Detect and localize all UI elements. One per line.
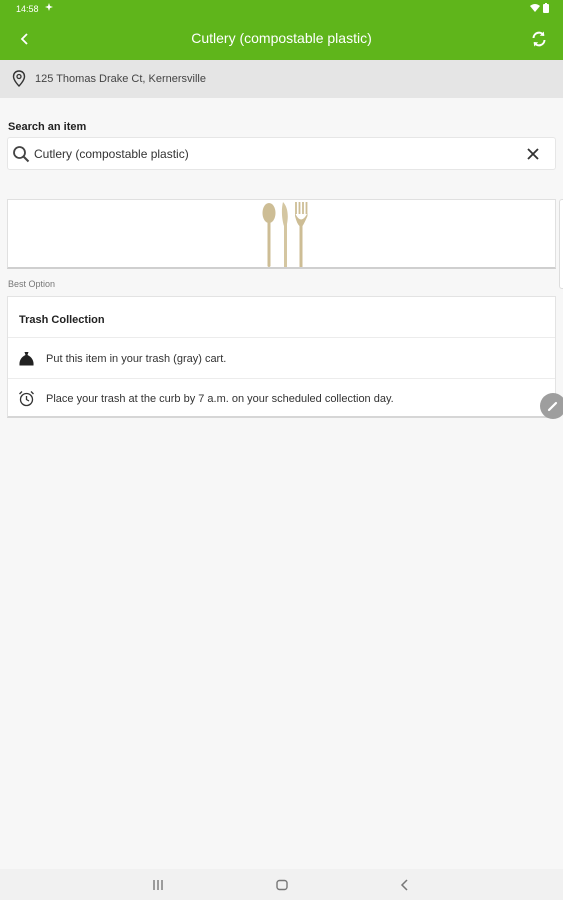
- back-icon[interactable]: [397, 877, 413, 893]
- search-box[interactable]: [7, 137, 556, 170]
- status-bar: 14:58: [0, 0, 563, 18]
- app-bar: Cutlery (compostable plastic): [0, 18, 563, 60]
- system-nav-bar: [0, 869, 563, 900]
- address-text: 125 Thomas Drake Ct, Kernersville: [35, 73, 206, 85]
- item-image-card: [7, 199, 556, 269]
- sync-status-icon: [45, 3, 53, 13]
- home-icon[interactable]: [274, 877, 290, 893]
- next-card-edge: [559, 199, 563, 289]
- location-pin-icon: [11, 70, 27, 93]
- result-row: Place your trash at the curb by 7 a.m. o…: [8, 378, 555, 418]
- refresh-button[interactable]: [527, 27, 551, 51]
- cutlery-image: [262, 202, 308, 267]
- search-input[interactable]: [34, 138, 514, 169]
- card-title: Trash Collection: [19, 314, 105, 326]
- page-title: Cutlery (compostable plastic): [191, 30, 372, 46]
- chevron-left-icon: [20, 33, 28, 45]
- address-bar[interactable]: 125 Thomas Drake Ct, Kernersville: [0, 60, 563, 98]
- edit-button[interactable]: [540, 393, 563, 419]
- alarm-clock-icon: [18, 390, 35, 407]
- pencil-icon: [547, 401, 558, 412]
- search-icon: [12, 145, 30, 168]
- best-option-label: Best Option: [8, 279, 56, 289]
- close-icon[interactable]: [525, 146, 541, 162]
- battery-icon: [543, 3, 549, 13]
- result-row-text: Put this item in your trash (gray) cart.: [46, 353, 227, 365]
- status-icons: [530, 3, 549, 13]
- wifi-icon: [530, 3, 540, 12]
- result-card: Trash Collection Put this item in your t…: [7, 296, 556, 418]
- result-row: Put this item in your trash (gray) cart.: [8, 338, 555, 378]
- back-button[interactable]: [14, 28, 36, 50]
- result-row-text: Place your trash at the curb by 7 a.m. o…: [46, 393, 394, 405]
- recent-apps-icon[interactable]: [150, 877, 166, 893]
- search-label: Search an item: [8, 121, 87, 133]
- refresh-icon: [532, 31, 546, 47]
- status-time: 14:58: [16, 4, 39, 14]
- trash-bag-icon: [18, 350, 35, 367]
